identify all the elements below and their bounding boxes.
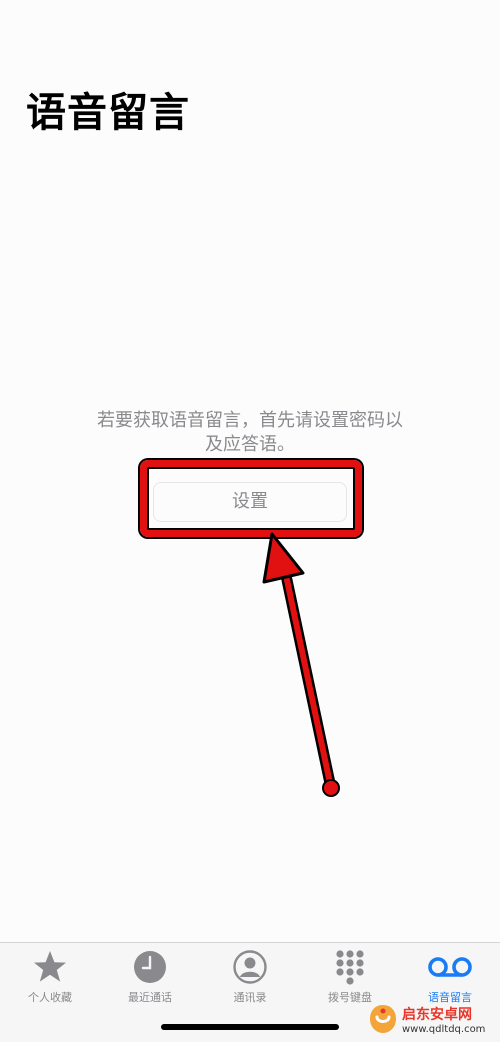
keypad-icon bbox=[336, 950, 364, 985]
watermark-logo-icon bbox=[370, 1005, 396, 1033]
empty-state-line-2: 及应答语。 bbox=[205, 434, 295, 455]
empty-state-line-1: 若要获取语音留言，首先请设置密码以 bbox=[97, 410, 403, 431]
voicemail-screen: 语音留言 若要获取语音留言，首先请设置密码以 及应答语。 设置 个人收藏 最近通… bbox=[0, 0, 500, 1042]
tab-recents[interactable]: 最近通话 bbox=[100, 949, 200, 1009]
tab-contacts[interactable]: 通讯录 bbox=[200, 949, 300, 1009]
watermark-url: www.qdltdq.com bbox=[402, 1023, 486, 1035]
tab-contacts-label: 通讯录 bbox=[233, 991, 267, 1004]
tab-recents-label: 最近通话 bbox=[128, 991, 172, 1004]
watermark: 启东安卓网 www.qdltdq.com bbox=[368, 996, 500, 1042]
person-circle-icon bbox=[233, 950, 267, 984]
setup-button[interactable]: 设置 bbox=[153, 482, 347, 522]
clock-icon bbox=[134, 951, 166, 983]
tab-favorites[interactable]: 个人收藏 bbox=[0, 949, 100, 1009]
empty-state-message: 若要获取语音留言，首先请设置密码以 及应答语。 bbox=[80, 409, 420, 457]
star-icon bbox=[34, 951, 66, 982]
watermark-name: 启东安卓网 bbox=[402, 1006, 472, 1023]
voicemail-icon bbox=[428, 957, 472, 977]
page-title: 语音留言 bbox=[26, 90, 190, 136]
tab-favorites-label: 个人收藏 bbox=[28, 991, 72, 1004]
home-indicator[interactable] bbox=[161, 1024, 339, 1030]
